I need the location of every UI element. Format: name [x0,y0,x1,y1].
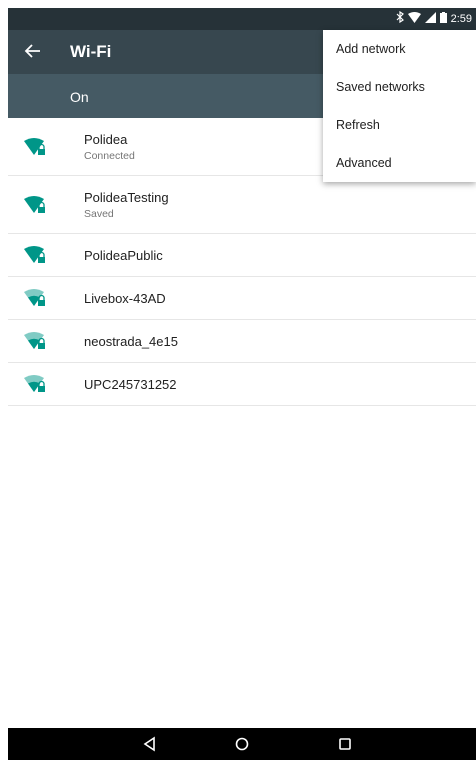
menu-item-add-network[interactable]: Add network [323,30,476,68]
network-ssid: Polidea [84,132,128,147]
wifi-signal-icon [407,11,421,26]
navigation-bar [8,728,476,760]
wifi-full-locked-icon [24,137,48,157]
network-ssid: PolideaPublic [84,248,163,263]
back-arrow-icon[interactable] [22,40,44,62]
network-ssid: PolideaTesting [84,190,169,205]
page-title: Wi-Fi [70,42,112,61]
back-triangle-icon[interactable] [141,735,159,753]
network-row[interactable]: UPC245731252 [8,363,476,406]
wifi-medium-locked-icon [24,331,48,351]
bluetooth-icon [396,10,404,26]
wifi-toggle-label: On [70,89,89,105]
wifi-full-locked-icon [24,195,48,215]
recents-square-icon[interactable] [336,735,354,753]
network-row[interactable]: Livebox-43AD [8,277,476,320]
wifi-medium-locked-icon [24,374,48,394]
menu-item-advanced[interactable]: Advanced [323,144,476,182]
network-ssid: neostrada_4e15 [84,334,178,349]
network-status: Saved [84,208,114,220]
network-row[interactable]: neostrada_4e15 [8,320,476,363]
status-time: 2:59 [450,12,472,25]
menu-item-saved-networks[interactable]: Saved networks [323,68,476,106]
network-ssid: UPC245731252 [84,377,177,392]
cell-signal-icon [424,11,436,26]
network-ssid: Livebox-43AD [84,291,166,306]
wifi-full-locked-icon [24,245,48,265]
wifi-medium-locked-icon [24,288,48,308]
status-icons: 2:59 [396,10,472,26]
status-bar: 2:59 [8,8,476,30]
network-row[interactable]: PolideaPublic [8,234,476,277]
overflow-menu: Add network Saved networks Refresh Advan… [323,30,476,182]
home-circle-icon[interactable] [233,735,251,753]
network-row[interactable]: PolideaTesting Saved [8,176,476,234]
menu-item-refresh[interactable]: Refresh [323,106,476,144]
battery-icon [439,11,447,26]
network-status: Connected [84,150,135,162]
